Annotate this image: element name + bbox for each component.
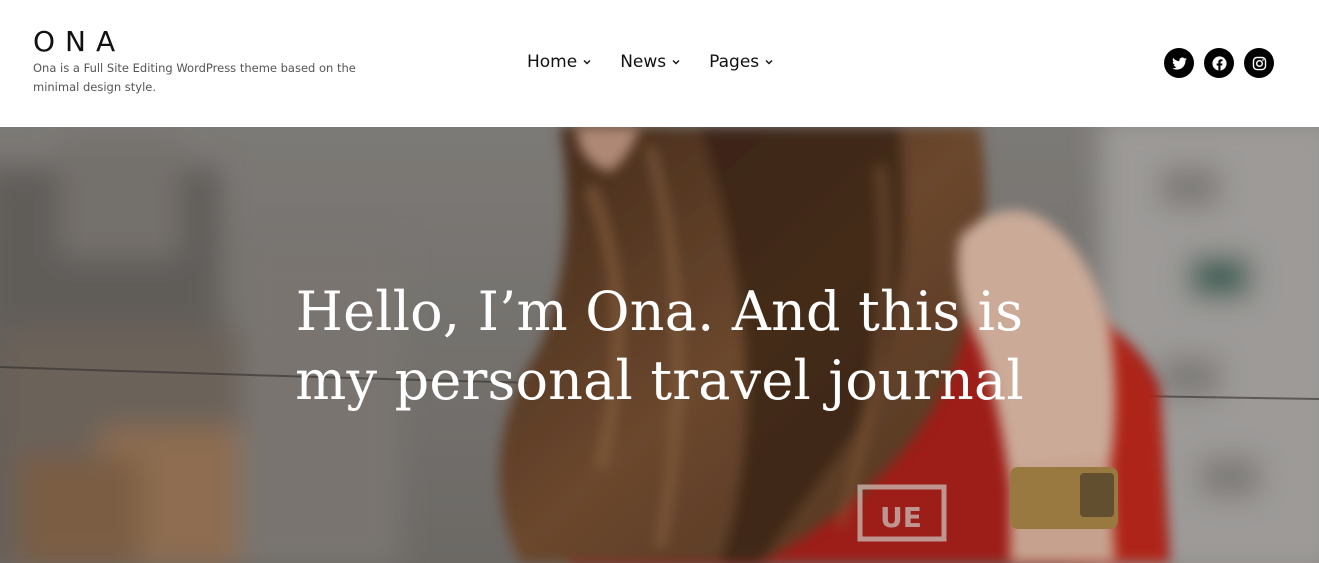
hero-heading: Hello, I’m Ona. And this is my personal … — [0, 277, 1319, 415]
chevron-down-icon — [583, 60, 591, 65]
twitter-icon — [1171, 56, 1187, 70]
hero-heading-line-1: Hello, I’m Ona. And this is — [295, 280, 1024, 343]
nav-item-home[interactable]: Home — [527, 50, 592, 74]
nav-item-label: Pages — [709, 52, 760, 72]
instagram-icon — [1252, 56, 1266, 70]
site-title[interactable]: ONA — [33, 26, 125, 58]
chevron-down-icon — [672, 60, 680, 65]
nav-item-label: Home — [527, 52, 578, 72]
instagram-link[interactable] — [1244, 48, 1274, 78]
site-header: ONA Ona is a Full Site Editing WordPress… — [0, 0, 1319, 127]
chevron-down-icon — [765, 60, 773, 65]
nav-item-pages[interactable]: Pages — [709, 50, 774, 74]
site-tagline: Ona is a Full Site Editing WordPress the… — [33, 61, 356, 94]
hero-heading-line-2: my personal travel journal — [295, 349, 1024, 412]
nav-item-news[interactable]: News — [620, 50, 681, 74]
twitter-link[interactable] — [1164, 48, 1194, 78]
hero-cover: UE Hello, I’m Ona. And this is my person… — [0, 127, 1319, 563]
facebook-link[interactable] — [1204, 48, 1234, 78]
facebook-icon — [1211, 55, 1227, 71]
social-links — [1154, 48, 1274, 78]
nav-item-label: News — [620, 52, 667, 72]
main-navigation: Home News Pages — [527, 50, 802, 74]
